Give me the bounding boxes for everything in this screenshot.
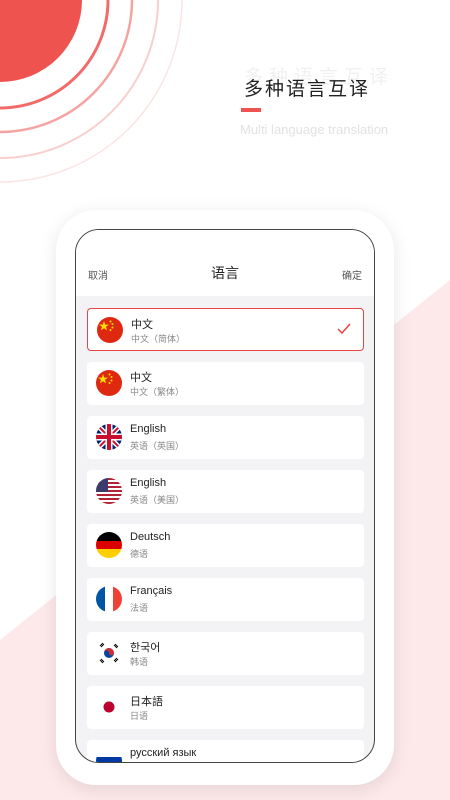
language-name: Français [130, 585, 173, 597]
language-item-french[interactable]: Français 法语 [87, 578, 364, 621]
language-subtitle: 韩语 [130, 658, 149, 668]
france-flag-icon [96, 586, 122, 612]
language-name: English [130, 477, 167, 489]
language-item-japanese[interactable]: 日本語 日语 [87, 686, 364, 729]
language-subtitle: 中文（繁体） [130, 388, 185, 398]
language-name: 中文 [130, 372, 152, 384]
language-item-german[interactable]: Deutsch 德语 [87, 524, 364, 567]
language-subtitle: 法语 [130, 604, 149, 614]
language-item-chinese-simplified[interactable]: 中文 中文（简体） [87, 308, 364, 351]
headline: 多种语言互译 [244, 78, 371, 100]
language-item-russian[interactable]: русский язык [87, 740, 364, 762]
china-flag-icon [97, 317, 123, 343]
germany-flag-icon [96, 532, 122, 558]
language-subtitle: 英语（美国） [130, 496, 185, 506]
language-item-english-uk[interactable]: English 英语（英国） [87, 416, 364, 459]
language-name: 日本語 [130, 696, 163, 708]
language-list: 中文 中文（简体） 中文 中文（繁体） English 英语（英国） Engli… [87, 308, 364, 762]
language-name: Deutsch [130, 531, 171, 543]
japan-flag-icon [96, 694, 122, 720]
language-item-english-us[interactable]: English 英语（美国） [87, 470, 364, 513]
language-name: English [130, 423, 167, 435]
language-name: 한국어 [130, 642, 161, 654]
checkmark-icon [337, 323, 351, 335]
page-title: 语言 [211, 266, 239, 282]
confirm-button[interactable]: 确定 [342, 267, 362, 282]
language-subtitle: 中文（简体） [131, 335, 186, 345]
phone-screen: 取消 语言 确定 中文 中文（简体） 中文 中文（繁体） English 英语（… [75, 229, 375, 763]
language-subtitle: 日语 [130, 712, 149, 722]
us-flag-icon [96, 478, 122, 504]
language-name: русский язык [130, 747, 197, 759]
language-subtitle: 德语 [130, 550, 149, 560]
headline-accent-bar [241, 108, 261, 112]
language-subtitle: 英语（英国） [130, 442, 185, 452]
korea-flag-icon [96, 640, 122, 666]
language-item-korean[interactable]: 한국어 韩语 [87, 632, 364, 675]
language-item-chinese-traditional[interactable]: 中文 中文（繁体） [87, 362, 364, 405]
language-name: 中文 [131, 319, 153, 331]
uk-flag-icon [96, 424, 122, 450]
china-flag-icon [96, 370, 122, 396]
russia-flag-icon [96, 748, 122, 762]
subheadline: Multi language translation [240, 122, 389, 137]
language-picker-header: 取消 语言 确定 [76, 230, 374, 296]
